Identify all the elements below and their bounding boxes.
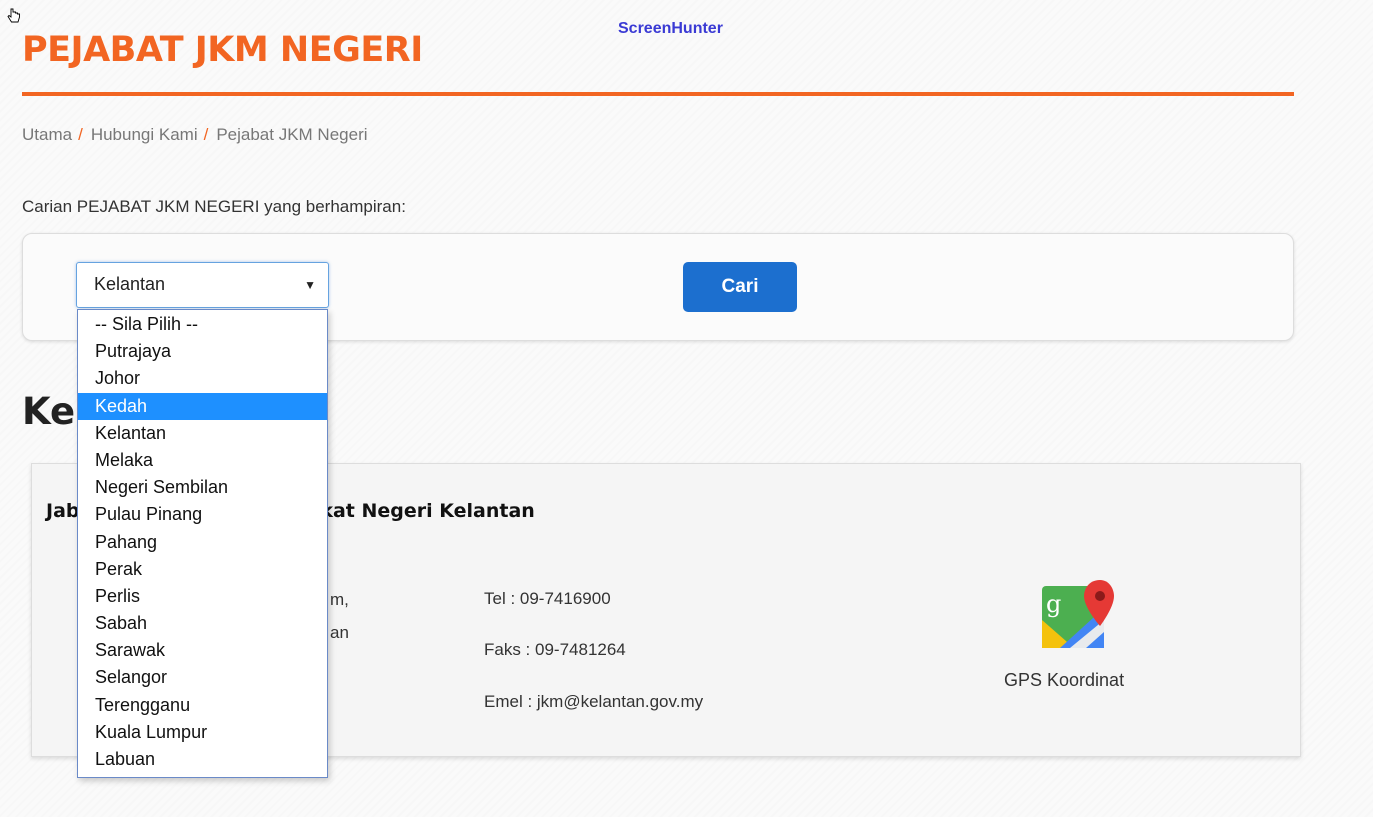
breadcrumb-current: Pejabat JKM Negeri (216, 125, 368, 144)
dropdown-option[interactable]: Terengganu (78, 692, 327, 719)
dropdown-option[interactable]: Sabah (78, 610, 327, 637)
state-dropdown-list[interactable]: -- Sila Pilih -- Putrajaya Johor Kedah K… (77, 309, 328, 778)
dropdown-arrow-icon: ▼ (304, 278, 316, 292)
dropdown-option[interactable]: Kelantan (78, 420, 327, 447)
dropdown-option[interactable]: Johor (78, 365, 327, 392)
dropdown-option[interactable]: Pahang (78, 529, 327, 556)
title-divider (22, 92, 1294, 96)
google-maps-icon[interactable]: g (1040, 580, 1116, 650)
office-tel: Tel : 09-7416900 (484, 589, 611, 608)
svg-text:g: g (1046, 590, 1061, 618)
dropdown-option[interactable]: Perak (78, 556, 327, 583)
breadcrumb-contact[interactable]: Hubungi Kami (91, 125, 198, 145)
office-email[interactable]: Emel : jkm@kelantan.gov.my (484, 692, 703, 712)
gps-coordinate-link[interactable]: GPS Koordinat (1004, 670, 1124, 691)
dropdown-option[interactable]: Perlis (78, 583, 327, 610)
dropdown-option[interactable]: Melaka (78, 447, 327, 474)
office-name-start: Jab (46, 500, 80, 522)
dropdown-option[interactable]: Pulau Pinang (78, 501, 327, 528)
dropdown-option[interactable]: Putrajaya (78, 338, 327, 365)
dropdown-option[interactable]: Negeri Sembilan (78, 474, 327, 501)
office-name-end: akat Negeri Kelantan (307, 500, 535, 522)
dropdown-option-highlighted[interactable]: Kedah (78, 392, 327, 420)
hand-cursor-icon (7, 8, 20, 23)
address-fragment: an (330, 623, 349, 642)
address-fragment: m, (330, 590, 349, 609)
page-title: PEJABAT JKM NEGERI (22, 30, 423, 70)
screenhunter-watermark: ScreenHunter (618, 20, 723, 37)
breadcrumb-home[interactable]: Utama (22, 125, 72, 145)
breadcrumb-separator: / (78, 125, 83, 144)
breadcrumb-separator: / (203, 125, 209, 144)
dropdown-option[interactable]: -- Sila Pilih -- (78, 311, 327, 338)
dropdown-option[interactable]: Kuala Lumpur (78, 719, 327, 746)
state-select-value: Kelantan (94, 274, 166, 294)
state-select[interactable]: Kelantan ▼ (76, 262, 329, 308)
dropdown-option[interactable]: Selangor (78, 664, 327, 691)
dropdown-option[interactable]: Sarawak (78, 637, 327, 664)
search-button[interactable]: Cari (683, 262, 797, 312)
search-label: Carian PEJABAT JKM NEGERI yang berhampir… (22, 197, 406, 216)
breadcrumb: Utama / Hubungi Kami / Pejabat JKM Neger… (22, 125, 368, 145)
office-fax: Faks : 09-7481264 (484, 640, 626, 659)
dropdown-option[interactable]: Labuan (78, 746, 327, 773)
